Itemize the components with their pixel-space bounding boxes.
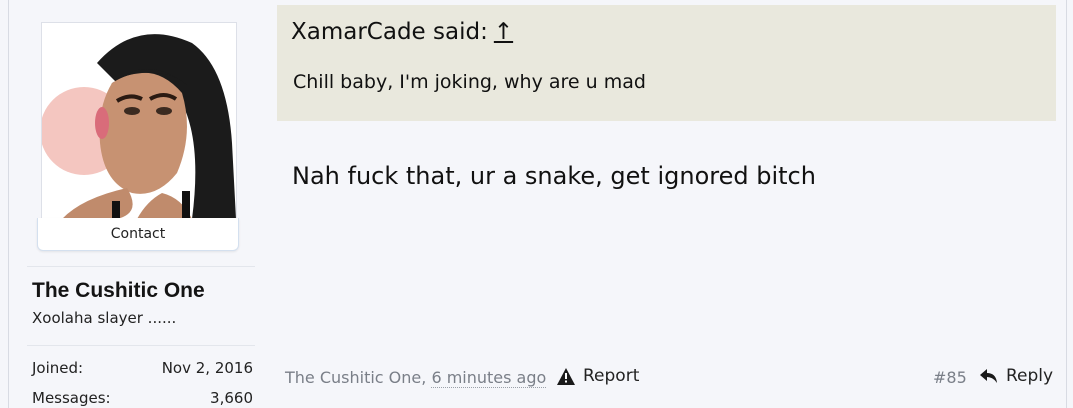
post-time[interactable]: 6 minutes ago [431,368,547,388]
user-sidebar: Contact The Cushitic One Xoolaha slayer … [9,0,267,408]
jump-to-quote-icon[interactable]: ↑ [494,19,513,45]
avatar[interactable] [41,22,237,220]
post-meta: The Cushitic One, 6 minutes ago [285,368,547,388]
report-label: Report [583,366,640,386]
reply-button[interactable]: Reply [980,366,1053,386]
reply-label: Reply [1006,366,1054,386]
joined-value: Nov 2, 2016 [161,359,253,377]
reply-arrow-icon [980,369,997,383]
joined-label: Joined: [32,359,84,377]
sidebar-divider [27,266,255,267]
warning-icon [557,367,575,385]
messages-label: Messages: [32,389,111,407]
sidebar-divider [27,345,255,346]
quote-block: XamarCade said: ↑ Chill baby, I'm joking,… [277,5,1056,121]
post-author-link[interactable]: The Cushitic One, [285,368,426,387]
messages-value: 3,660 [210,389,253,407]
quote-header: XamarCade said: ↑ [291,19,513,45]
post-number[interactable]: #85 [933,368,967,387]
avatar-illustration [42,23,236,219]
username[interactable]: The Cushitic One [32,279,205,303]
contact-button[interactable]: Contact [37,218,239,251]
user-title: Xoolaha slayer ...... [32,309,177,327]
quote-author: XamarCade said: [291,19,488,45]
message-body: Nah fuck that, ur a snake, get ignored b… [292,162,816,190]
report-button[interactable]: Report [557,366,639,386]
quote-text: Chill baby, I'm joking, why are u mad [293,71,646,93]
page-right-border [1066,0,1067,408]
